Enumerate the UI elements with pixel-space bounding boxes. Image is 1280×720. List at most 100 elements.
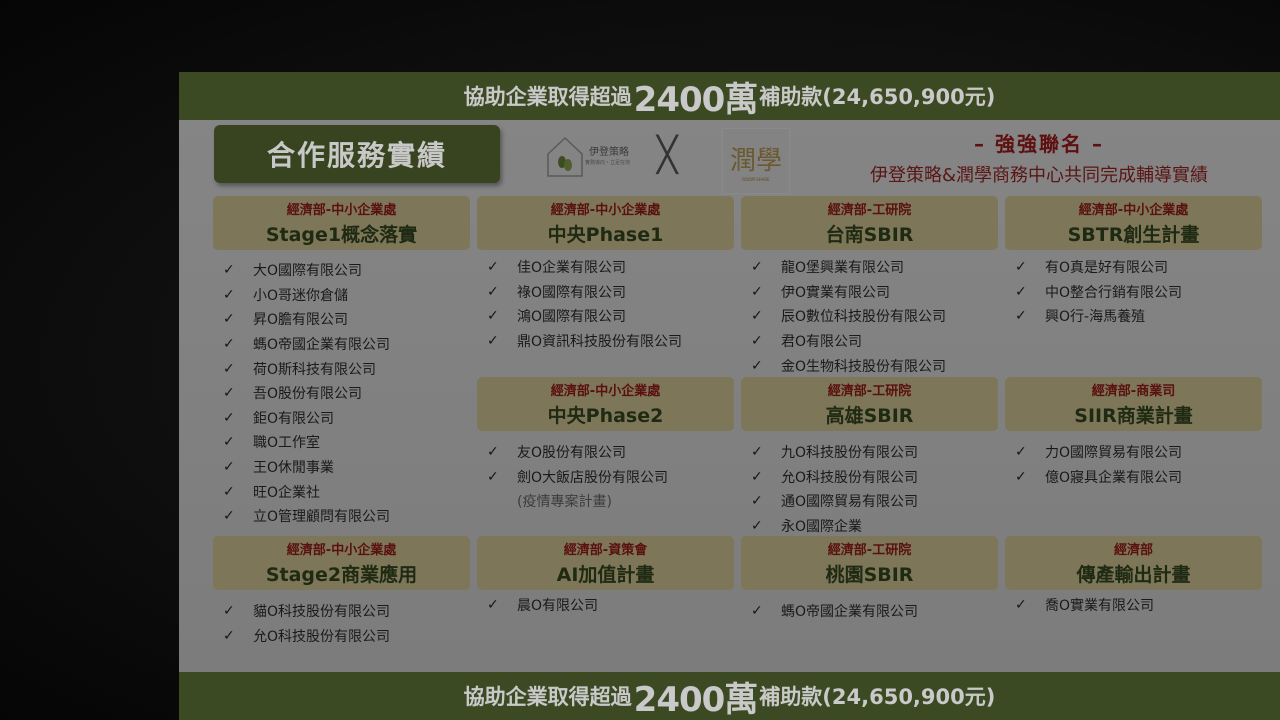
house-leaf-icon (547, 136, 583, 177)
company-name: 旺O企業社 (253, 484, 321, 501)
company-item: ✓ 辰O數位科技股份有限公司 (751, 304, 1006, 329)
company-item: ✓ 荷O斯科技有限公司 (223, 356, 478, 381)
company-name: 興O行-海馬養殖 (1045, 309, 1146, 326)
company-list: ✓ 九O科技股份有限公司 ✓ 允O科技股份有限公司 ✓ 通O國際貿易有限公司 ✓ 永O國際企業 (751, 440, 1006, 538)
program-department: 經濟部-資策會 (563, 543, 648, 558)
company-name: 昇O膽有限公司 (253, 312, 349, 329)
checkmark-icon: ✓ (223, 385, 235, 402)
program-name: SBTR創生計畫 (1067, 224, 1200, 246)
top-banner: 協助企業取得超過 2400萬 補助款(24,650,900元) (179, 72, 1280, 120)
checkmark-icon: ✓ (487, 468, 499, 485)
banner-prefix: 協助企業取得超過 (463, 85, 632, 109)
company-list: ✓ 螞O帝國企業有限公司 (751, 599, 1006, 624)
checkmark-icon: ✓ (223, 262, 235, 279)
checkmark-icon: ✓ (751, 518, 763, 535)
checkmark-icon: ✓ (1015, 468, 1027, 485)
program-header: 經濟部-商業司 SIIR商業計畫 (1005, 377, 1262, 431)
company-item: ✓ 中O整合行銷有限公司 (1015, 280, 1270, 305)
company-item: ✓ 君O有限公司 (751, 329, 1006, 354)
company-list: ✓ 龍O堡興業有限公司 ✓ 伊O實業有限公司 ✓ 辰O數位科技股份有限公司 ✓ 君O有限公司 ✓… (751, 255, 1006, 378)
company-item: ✓ 螞O帝國企業有限公司 (751, 599, 1006, 624)
program-department: 經濟部-商業司 (1091, 384, 1176, 399)
program-department: 經濟部-工研院 (827, 203, 912, 218)
checkmark-icon: ✓ (751, 493, 763, 510)
company-name: 螞O帝國企業有限公司 (781, 604, 919, 621)
company-name: 伊O實業有限公司 (781, 284, 891, 301)
company-name: 鴻O國際有限公司 (517, 309, 627, 326)
checkmark-icon: ✓ (223, 409, 235, 426)
program-name: Stage1概念落實 (265, 224, 418, 246)
checkmark-icon: ✓ (487, 444, 499, 461)
section-title: 合作服務實績 (214, 125, 500, 183)
program-department: 經濟部-中小企業處 (550, 203, 661, 218)
company-name: 祿O國際有限公司 (517, 284, 627, 301)
company-item: ✓ 允O科技股份有限公司 (223, 624, 478, 649)
bottom-banner: 協助企業取得超過 2400萬 補助款(24,650,900元) (179, 672, 1280, 720)
company-item: ✓ 金O生物科技股份有限公司 (751, 353, 1006, 378)
program-header: 經濟部-工研院 台南SBIR (741, 196, 998, 250)
company-item: ✓ 鴻O國際有限公司 (487, 304, 742, 329)
company-name: 喬O實業有限公司 (1045, 598, 1155, 615)
company-name: 允O科技股份有限公司 (781, 469, 919, 486)
program-name: AI加值計畫 (556, 564, 655, 586)
company-name: 有O真是好有限公司 (1045, 260, 1169, 277)
company-item: ✓ 螞O帝國企業有限公司 (223, 332, 478, 357)
company-item: ✓ 億O寢具企業有限公司 (1015, 465, 1270, 490)
checkmark-icon: ✓ (1015, 283, 1027, 300)
checkmark-icon: ✓ (223, 483, 235, 500)
company-list: ✓ 晨O有限公司 (487, 593, 742, 618)
company-name: 通O國際貿易有限公司 (781, 494, 919, 511)
company-item: ✓ 允O科技股份有限公司 (751, 465, 1006, 490)
company-list: ✓ 喬O實業有限公司 (1015, 593, 1270, 618)
runxue-logo-text: 潤學 (729, 146, 782, 176)
program-header: 經濟部-中小企業處 Stage1概念落實 (213, 196, 470, 250)
program-header: 經濟部-工研院 桃園SBIR (741, 536, 998, 590)
checkmark-icon: ✓ (223, 286, 235, 303)
company-name: 貓O科技股份有限公司 (253, 604, 391, 621)
program-department: 經濟部-中小企業處 (286, 203, 397, 218)
checkmark-icon: ✓ (223, 508, 235, 525)
company-name: 鼎O資訊科技股份有限公司 (517, 334, 683, 351)
company-item: ✓ 鉅O有限公司 (223, 406, 478, 431)
company-name: 佳O企業有限公司 (517, 260, 627, 277)
company-name: 職O工作室 (253, 435, 321, 452)
program-name: SIIR商業計畫 (1074, 405, 1193, 427)
program-department: 經濟部-中小企業處 (1078, 203, 1189, 218)
yiden-logo-text: 伊登策略 (589, 146, 629, 158)
yiden-logo-subtext: 實務導向・立足在地 (585, 159, 631, 166)
program-header: 經濟部-中小企業處 SBTR創生計畫 (1005, 196, 1262, 250)
company-name: 君O有限公司 (781, 334, 863, 351)
banner-amount: 2400萬 (633, 79, 759, 120)
company-item: ✓ 喬O實業有限公司 (1015, 593, 1270, 618)
company-item: ✓ 友O股份有限公司 (487, 440, 742, 465)
company-list: ✓ 有O真是好有限公司 ✓ 中O整合行銷有限公司 ✓ 興O行-海馬養殖 (1015, 255, 1270, 329)
program-department: 經濟部-中小企業處 (550, 384, 661, 399)
company-list: ✓ 友O股份有限公司 ✓ 劍O大飯店股份有限公司 (疫情專案計畫) (487, 440, 742, 514)
company-item: ✓ 昇O膽有限公司 (223, 307, 478, 332)
company-item: ✓ 旺O企業社 (223, 479, 478, 504)
company-name: 永O國際企業 (781, 519, 863, 536)
program-header: 經濟部-中小企業處 中央Phase1 (477, 196, 734, 250)
company-name: 吾O股份有限公司 (253, 386, 363, 403)
company-name: 辰O數位科技股份有限公司 (781, 309, 947, 326)
program-header: 經濟部-工研院 高雄SBIR (741, 377, 998, 431)
company-name: 友O股份有限公司 (517, 445, 627, 462)
collaboration-x-icon: ╳ (657, 135, 678, 175)
company-item: ✓ 劍O大飯店股份有限公司 (487, 465, 742, 490)
checkmark-icon: ✓ (1015, 444, 1027, 461)
checkmark-icon: ✓ (487, 333, 499, 350)
checkmark-icon: ✓ (223, 603, 235, 620)
program-department: 經濟部-工研院 (827, 543, 912, 558)
program-name: 傳產輸出計畫 (1076, 564, 1191, 586)
company-item: ✓ 龍O堡興業有限公司 (751, 255, 1006, 280)
co-branding-heading: – 強強聯名 – 伊登策略&潤學商務中心共同完成輔導實績 (819, 128, 1259, 187)
company-item: ✓ 力O國際貿易有限公司 (1015, 440, 1270, 465)
company-name: 九O科技股份有限公司 (781, 445, 919, 462)
checkmark-icon: ✓ (751, 357, 763, 374)
program-header: 經濟部-中小企業處 Stage2商業應用 (213, 536, 470, 590)
checkmark-icon: ✓ (487, 308, 499, 325)
company-item: ✓ 晨O有限公司 (487, 593, 742, 618)
banner-amount: 2400萬 (633, 679, 759, 720)
company-name: 王O休閒事業 (253, 460, 335, 477)
program-header: 經濟部 傳產輸出計畫 (1005, 536, 1262, 590)
